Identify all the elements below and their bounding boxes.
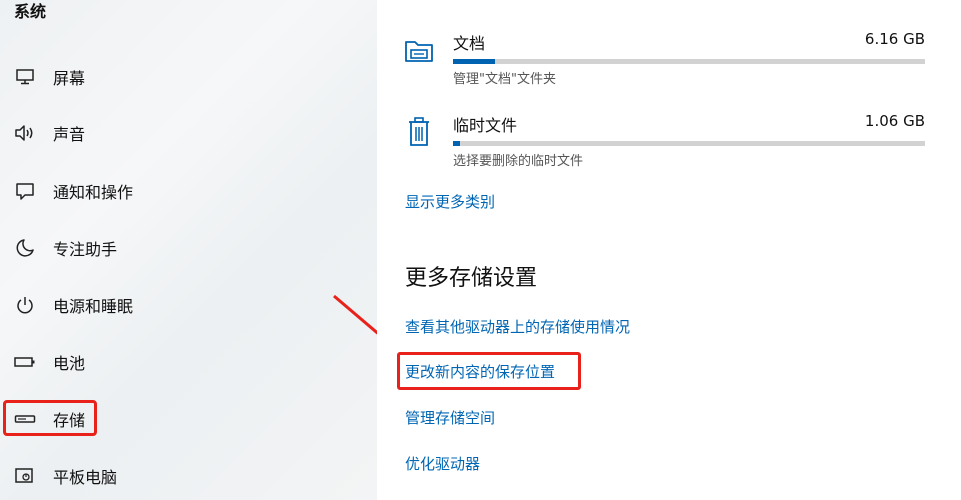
manage-storage-spaces-link[interactable]: 管理存储空间 [405,407,495,428]
sidebar-item-battery[interactable]: 电池 [0,340,377,384]
usage-bar [453,59,925,64]
notification-icon [14,180,36,202]
speaker-icon [14,122,36,144]
category-subtitle: 选择要删除的临时文件 [453,154,584,169]
show-more-categories-link[interactable]: 显示更多类别 [405,191,495,212]
monitor-icon [14,66,36,88]
sidebar-item-notifications[interactable]: 通知和操作 [0,169,377,213]
sidebar-item-screen[interactable]: 屏幕 [0,55,377,99]
usage-bar-fill [453,141,461,146]
sidebar-item-label: 专注助手 [53,240,118,259]
folder-icon [403,34,435,68]
storage-highlight-box [3,400,97,436]
storage-category-documents[interactable]: 文档 6.16 GB 管理"文档"文件夹 [377,30,937,90]
sidebar-item-label: 通知和操作 [53,183,134,202]
usage-bar [453,141,925,146]
category-size: 1.06 GB [864,112,925,130]
change-save-location-highlight-box [397,352,581,390]
sidebar-item-tablet[interactable]: 平板电脑 [0,454,377,498]
category-subtitle: 管理"文档"文件夹 [453,72,556,87]
sidebar-item-label: 电池 [53,354,86,373]
category-size: 6.16 GB [864,30,925,48]
sidebar-item-label: 电源和睡眠 [53,297,134,316]
power-icon [14,294,36,316]
sidebar-item-label: 声音 [53,125,86,144]
main-content: 文档 6.16 GB 管理"文档"文件夹 临时文件 1.06 GB 选择要删除的… [377,0,961,500]
sidebar-item-focus-assist[interactable]: 专注助手 [0,226,377,270]
sidebar-title: 系统 [14,2,47,21]
sidebar: 系统 屏幕 声音 通知和操作 专注助手 电源和睡眠 电池 存储 平板电脑 [0,0,377,500]
sidebar-item-label: 屏幕 [53,69,86,88]
sidebar-item-power[interactable]: 电源和睡眠 [0,283,377,327]
sidebar-item-label: 平板电脑 [53,468,118,487]
usage-bar-fill [453,59,496,64]
moon-icon [14,237,36,259]
sidebar-item-sound[interactable]: 声音 [0,111,377,155]
storage-category-temp-files[interactable]: 临时文件 1.06 GB 选择要删除的临时文件 [377,112,937,172]
trash-icon [403,115,435,149]
category-name: 文档 [453,34,486,53]
battery-icon [14,351,36,373]
category-name: 临时文件 [453,116,518,135]
more-storage-settings-title: 更多存储设置 [405,266,538,291]
tablet-icon [14,465,36,487]
view-other-drives-link[interactable]: 查看其他驱动器上的存储使用情况 [405,316,630,337]
optimize-drives-link[interactable]: 优化驱动器 [405,453,480,474]
